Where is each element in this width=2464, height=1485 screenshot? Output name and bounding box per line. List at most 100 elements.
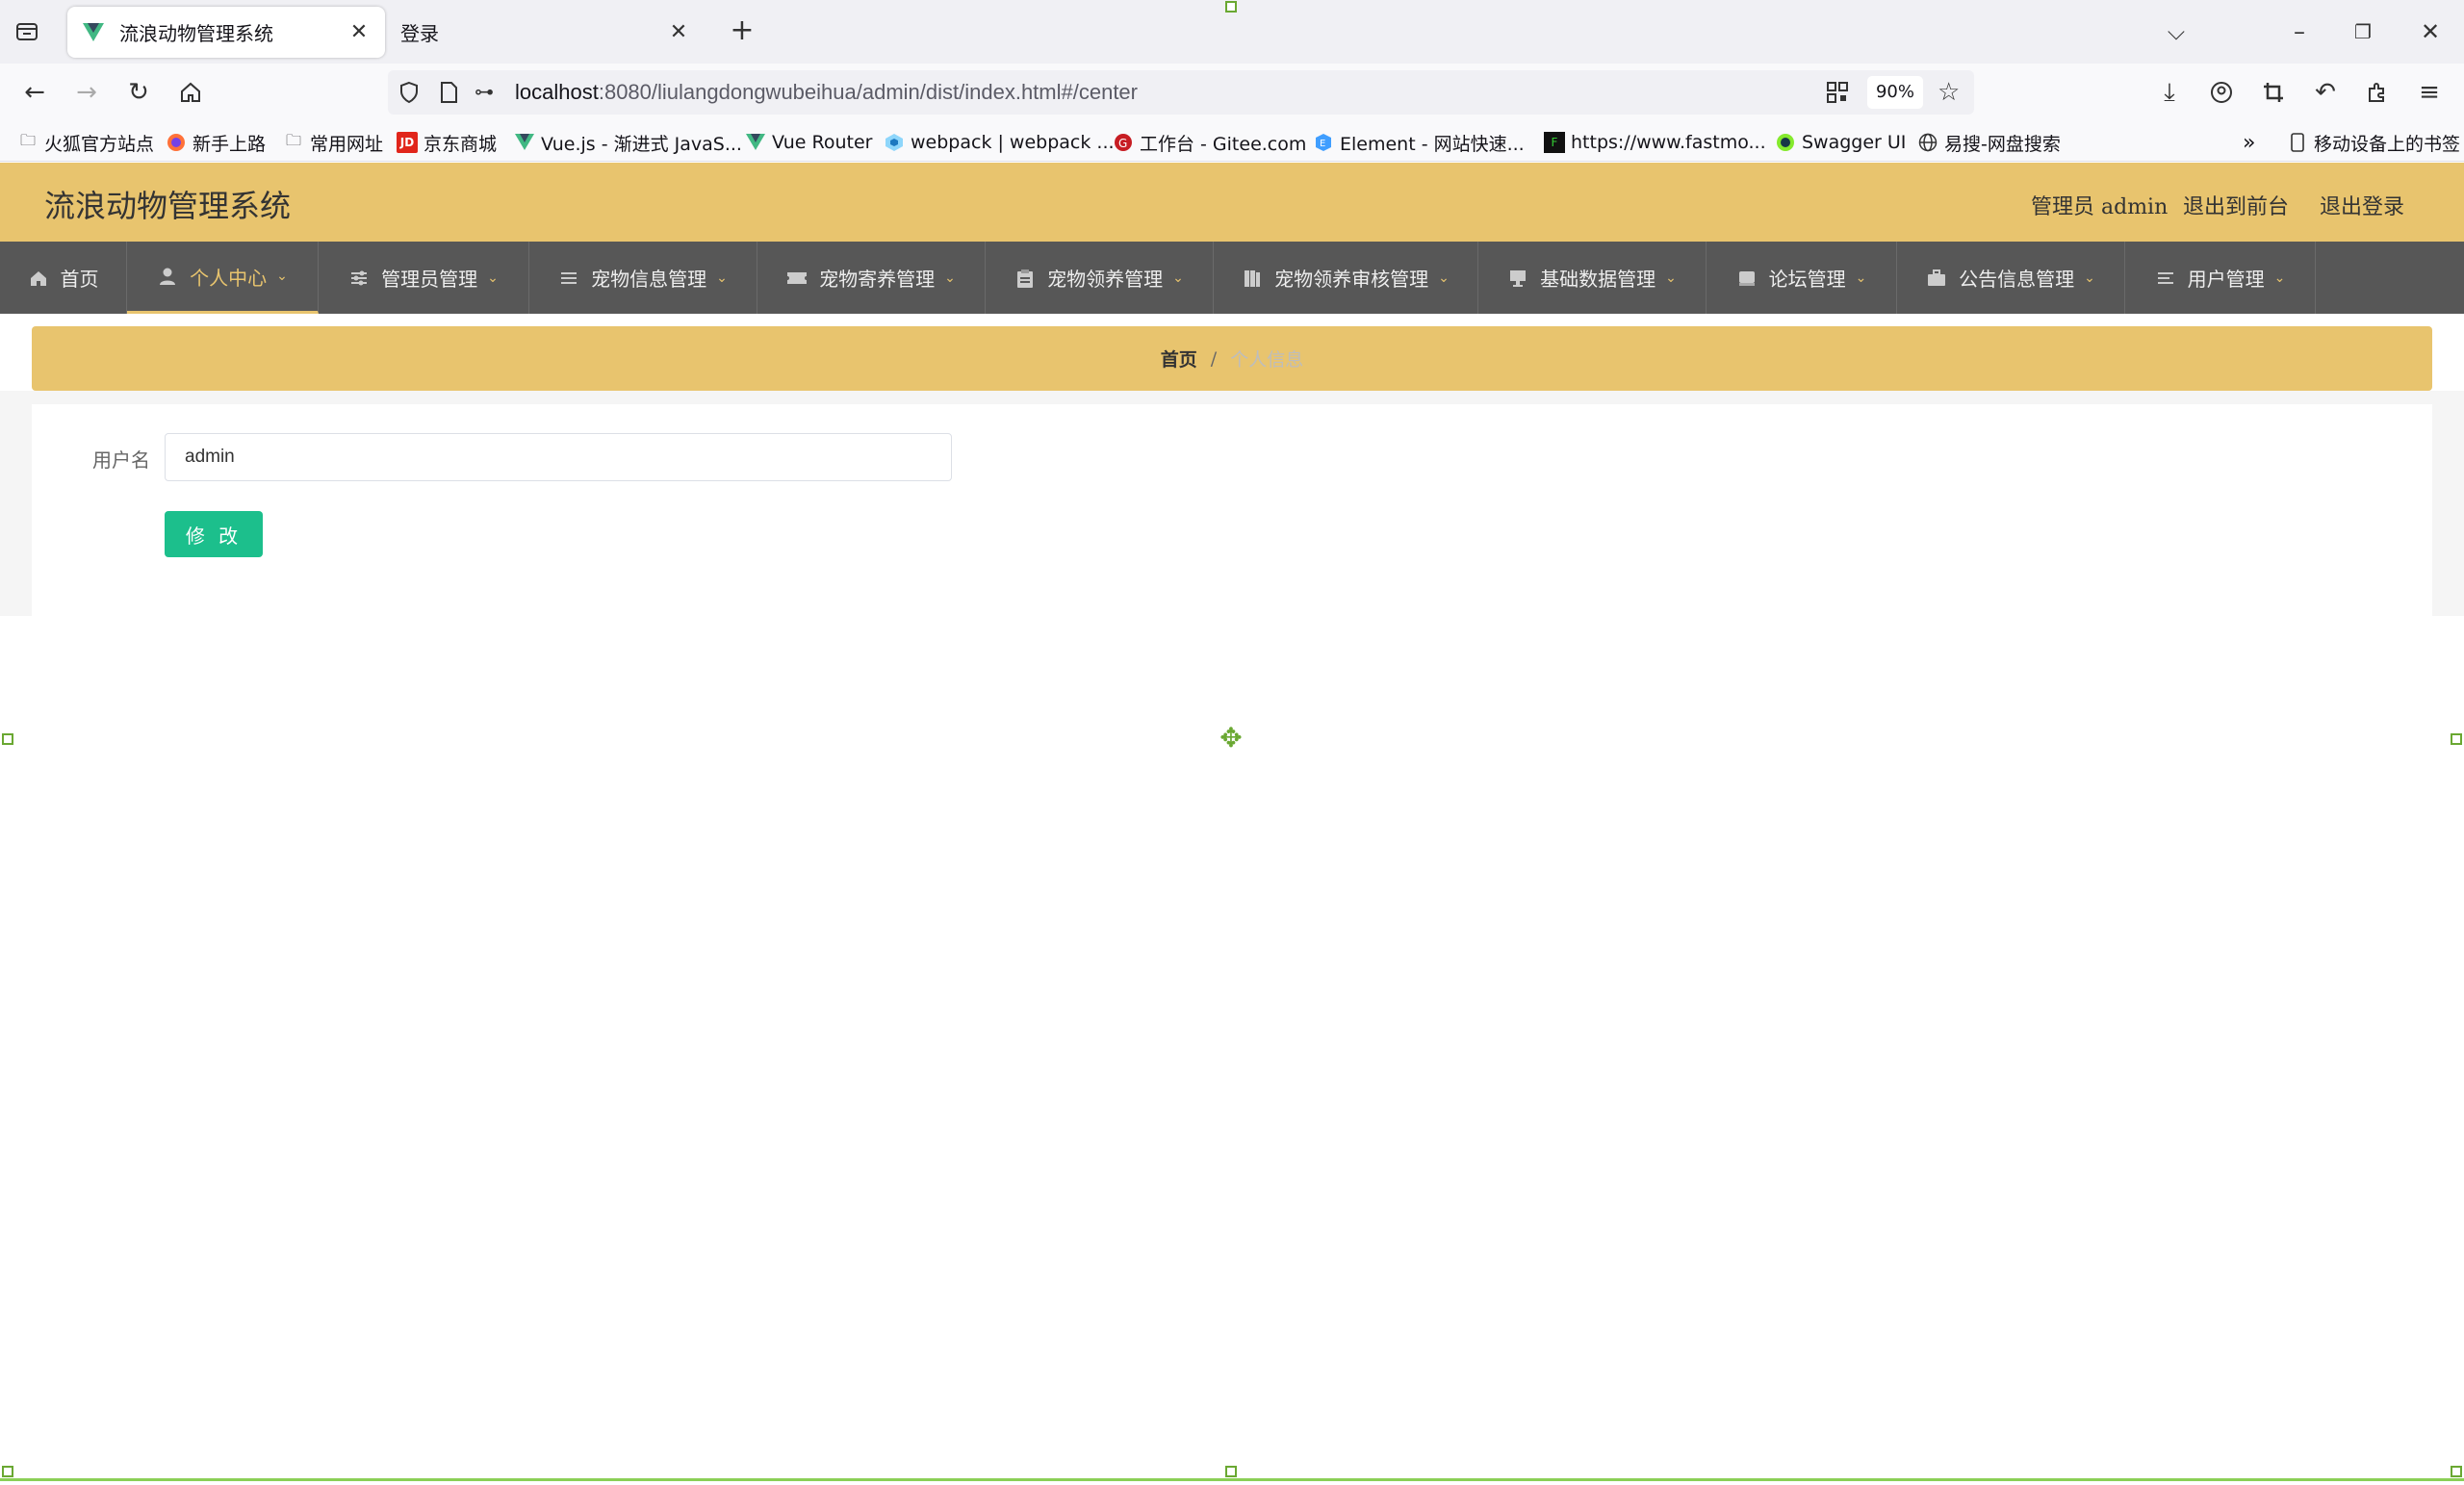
new-tab-button[interactable]: +	[728, 16, 757, 46]
close-icon[interactable]: ✕	[346, 20, 372, 45]
breadcrumb: 首页 / 个人信息	[32, 326, 2432, 391]
close-icon[interactable]: ✕	[666, 20, 691, 45]
chevron-down-icon: ⌄	[1855, 269, 1867, 286]
bookmark-item[interactable]: Swagger UI	[1775, 129, 1906, 156]
hamburger-menu-icon[interactable]: ≡	[2414, 77, 2445, 108]
key-icon[interactable]: ⊶	[475, 80, 494, 103]
bookmark-item[interactable]: Fhttps://www.fastmo...	[1544, 129, 1766, 156]
bookmark-item[interactable]: Vue.js - 渐进式 JavaS...	[514, 129, 742, 156]
chevron-down-icon: ⌄	[487, 269, 499, 286]
menu-item-pet-info[interactable]: 宠物信息管理 ⌄	[529, 242, 757, 314]
browser-nav-bar: ← → ↻ ⊶ localhost:8080/liulangdongwubeih…	[0, 64, 2464, 121]
vue-icon	[745, 132, 766, 153]
more-bookmarks-icon[interactable]: »	[2243, 129, 2255, 156]
bookmark-item[interactable]: Vue Router	[745, 129, 872, 156]
tab-title: 流浪动物管理系统	[119, 22, 273, 45]
tab-list-icon[interactable]	[13, 18, 40, 45]
bookmark-item[interactable]: JD 京东商城	[397, 129, 497, 156]
current-user-label: 管理员 admin	[2031, 195, 2169, 219]
home-icon[interactable]	[175, 77, 206, 108]
selection-handle[interactable]	[2451, 733, 2462, 745]
star-icon[interactable]: ☆	[1938, 78, 1960, 107]
logout-link[interactable]: 退出登录	[2320, 190, 2404, 220]
bookmark-item[interactable]: 易搜-网盘搜索	[1917, 129, 2061, 156]
swagger-icon	[1775, 132, 1796, 153]
element-icon: E	[1313, 132, 1334, 153]
bookmark-item[interactable]: 新手上路	[166, 129, 266, 156]
globe-icon	[1917, 132, 1938, 153]
zoom-level-badge[interactable]: 90%	[1867, 76, 1923, 109]
selection-border	[0, 1478, 2464, 1481]
download-icon[interactable]: ⤓	[2154, 77, 2185, 108]
selection-handle[interactable]	[1225, 1, 1237, 13]
selection-handle[interactable]	[1225, 1466, 1237, 1477]
bookmark-item[interactable]: 🗀 常用网址	[283, 129, 383, 156]
shield-icon[interactable]	[398, 81, 421, 108]
breadcrumb-current: 个人信息	[1230, 349, 1304, 371]
undo-icon[interactable]: ↶	[2310, 77, 2341, 108]
bookmark-item[interactable]: G 工作台 - Gitee.com	[1113, 129, 1306, 156]
browser-tab-inactive[interactable]: 登录 ✕	[387, 7, 705, 58]
list-all-tabs-icon[interactable]: ⌵	[2162, 17, 2191, 46]
home-icon	[28, 268, 49, 289]
bookmark-item[interactable]: webpack | webpack ...	[884, 129, 1115, 156]
chevron-down-icon: ⌄	[276, 269, 288, 284]
inbox-icon	[1736, 268, 1758, 289]
menu-item-users[interactable]: 用户管理 ⌄	[2125, 242, 2316, 314]
selection-handle[interactable]	[2451, 1466, 2462, 1477]
restore-icon[interactable]: ❐	[2348, 17, 2377, 46]
exit-to-front-link[interactable]: 退出到前台	[2183, 190, 2289, 220]
app-title: 流浪动物管理系统	[44, 188, 292, 224]
browser-tab-active[interactable]: 流浪动物管理系统 ✕	[67, 7, 385, 58]
account-icon[interactable]	[2206, 77, 2237, 108]
menu-item-adopt-review[interactable]: 宠物领养审核管理 ⌄	[1214, 242, 1478, 314]
bookmark-item[interactable]: 🗀 火狐官方站点	[17, 129, 154, 156]
webpack-icon	[884, 132, 905, 153]
minimize-icon[interactable]: –	[2285, 17, 2314, 46]
bookmarks-toolbar: 🗀 火狐官方站点 新手上路 🗀 常用网址 JD 京东商城 Vue.js - 渐进式 J…	[0, 121, 2464, 162]
crop-icon[interactable]	[2258, 77, 2289, 108]
chevron-down-icon: ⌄	[716, 269, 728, 286]
chevron-down-icon: ⌄	[1172, 269, 1184, 286]
mobile-icon	[2287, 132, 2308, 153]
app-header: 流浪动物管理系统 管理员 admin 退出到前台 退出登录	[0, 163, 2464, 242]
menu-item-announcement[interactable]: 公告信息管理 ⌄	[1897, 242, 2125, 314]
menu-item-profile[interactable]: 个人中心 ⌄	[127, 242, 319, 314]
url-bar[interactable]: ⊶ localhost:8080/liulangdongwubeihua/adm…	[388, 70, 1974, 115]
chevron-down-icon: ⌄	[1438, 269, 1450, 286]
window-close-icon[interactable]: ✕	[2416, 17, 2445, 46]
selection-handle[interactable]	[2, 1466, 13, 1477]
ticket-icon	[786, 268, 808, 289]
reload-icon[interactable]: ↻	[123, 77, 154, 108]
folder-icon: 🗀	[285, 130, 301, 149]
url-text[interactable]: localhost:8080/liulangdongwubeihua/admin…	[515, 80, 1138, 105]
menu-icon	[2155, 268, 2176, 289]
menu-item-pet-adopt[interactable]: 宠物领养管理 ⌄	[986, 242, 1214, 314]
username-label: 用户名	[92, 448, 150, 472]
menu-item-home[interactable]: 首页	[0, 242, 127, 314]
folder-icon: 🗀	[19, 130, 36, 149]
selection-handle[interactable]	[2, 733, 13, 745]
chevron-down-icon: ⌄	[2084, 269, 2095, 286]
forward-icon[interactable]: →	[71, 77, 102, 108]
back-icon[interactable]: ←	[19, 77, 50, 108]
vue-icon	[81, 20, 106, 45]
sliders-icon	[348, 268, 370, 289]
move-icon[interactable]: ✥	[1218, 725, 1245, 752]
qr-code-icon[interactable]	[1826, 81, 1849, 108]
update-button[interactable]: 修 改	[165, 511, 263, 557]
bookmark-item[interactable]: E Element - 网站快速...	[1313, 129, 1525, 156]
firefox-icon	[166, 132, 187, 153]
menu-item-admin[interactable]: 管理员管理 ⌄	[319, 242, 529, 314]
page-icon[interactable]	[438, 81, 459, 108]
extensions-icon[interactable]	[2362, 77, 2393, 108]
breadcrumb-home[interactable]: 首页	[1161, 346, 1197, 371]
mobile-bookmarks[interactable]: 移动设备上的书签	[2287, 129, 2460, 156]
menu-item-forum[interactable]: 论坛管理 ⌄	[1707, 242, 1897, 314]
clipboard-icon	[1014, 268, 1036, 289]
briefcase-icon	[1926, 268, 1947, 289]
username-input[interactable]	[165, 433, 952, 481]
menu-item-pet-foster[interactable]: 宠物寄养管理 ⌄	[757, 242, 986, 314]
menu-item-base-data[interactable]: 基础数据管理 ⌄	[1478, 242, 1707, 314]
jd-icon: JD	[397, 132, 418, 153]
